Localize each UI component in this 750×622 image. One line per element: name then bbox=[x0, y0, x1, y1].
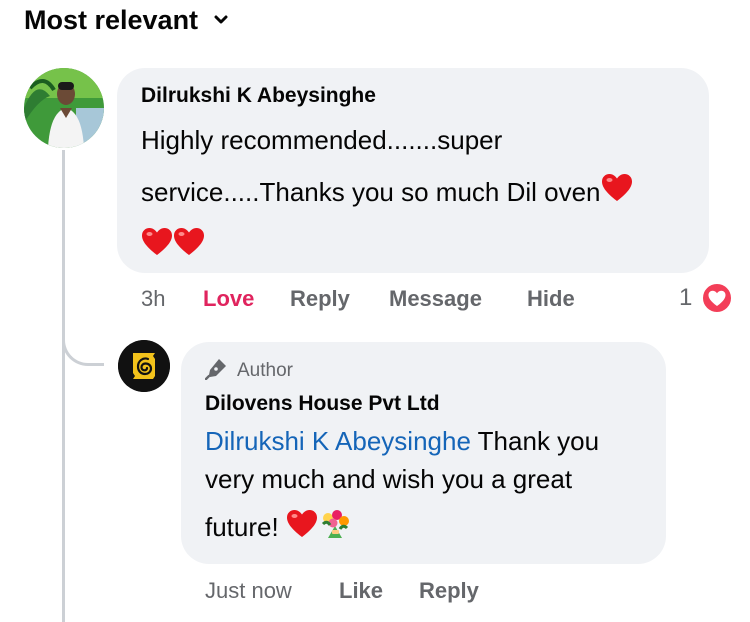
like-button[interactable]: Like bbox=[339, 576, 383, 606]
thread-connector bbox=[62, 300, 104, 366]
bouquet-emoji-icon bbox=[318, 508, 352, 550]
reply-timestamp[interactable]: Just now bbox=[205, 576, 292, 606]
author-badge: Author bbox=[204, 356, 293, 386]
comment-text-line2: service.....Thanks you so much Dil oven bbox=[141, 177, 601, 207]
reply-text-part2: very much and wish you a great bbox=[205, 464, 573, 494]
like-label: Like bbox=[339, 578, 384, 603]
comment-text-line1: Highly recommended.......super bbox=[141, 125, 503, 155]
comment-author-name[interactable]: Dilrukshi K Abeysinghe bbox=[141, 84, 376, 108]
pen-icon bbox=[204, 356, 229, 386]
reply-label: Reply bbox=[290, 286, 350, 311]
love-label: Love bbox=[203, 286, 255, 311]
message-label: Message bbox=[389, 286, 482, 311]
mention-link[interactable]: Dilrukshi K Abeysinghe bbox=[205, 426, 471, 456]
reply-reply-label: Reply bbox=[419, 578, 479, 603]
love-button[interactable]: Love bbox=[203, 284, 254, 314]
reply-reply-button[interactable]: Reply bbox=[419, 576, 479, 606]
hide-label: Hide bbox=[527, 286, 575, 311]
message-button[interactable]: Message bbox=[389, 284, 482, 314]
heart-emoji-icon bbox=[141, 222, 173, 274]
heart-emoji-icon bbox=[601, 168, 633, 220]
reply-text: Dilrukshi K Abeysinghe Thank you very mu… bbox=[205, 422, 655, 550]
hide-button[interactable]: Hide bbox=[527, 284, 575, 314]
comment-timestamp[interactable]: 3h bbox=[141, 284, 165, 314]
sort-dropdown[interactable]: Most relevant bbox=[24, 2, 228, 38]
love-reaction-icon[interactable] bbox=[701, 282, 733, 314]
sort-label: Most relevant bbox=[24, 4, 199, 35]
company-logo-icon[interactable] bbox=[118, 340, 170, 392]
reply-text-part3: future! bbox=[205, 512, 279, 542]
chevron-down-icon bbox=[214, 15, 228, 25]
reaction-count[interactable]: 1 bbox=[679, 284, 692, 312]
heart-emoji-icon bbox=[173, 222, 205, 274]
reply-author-name[interactable]: Dilovens House Pvt Ltd bbox=[205, 392, 440, 416]
author-badge-label: Author bbox=[237, 360, 293, 381]
thread-line bbox=[62, 150, 65, 622]
comment-text: Highly recommended.......super service..… bbox=[141, 114, 701, 274]
avatar[interactable] bbox=[24, 68, 104, 148]
reply-button[interactable]: Reply bbox=[290, 284, 350, 314]
reply-text-part1: Thank you bbox=[470, 426, 600, 456]
heart-emoji-icon bbox=[286, 509, 318, 549]
